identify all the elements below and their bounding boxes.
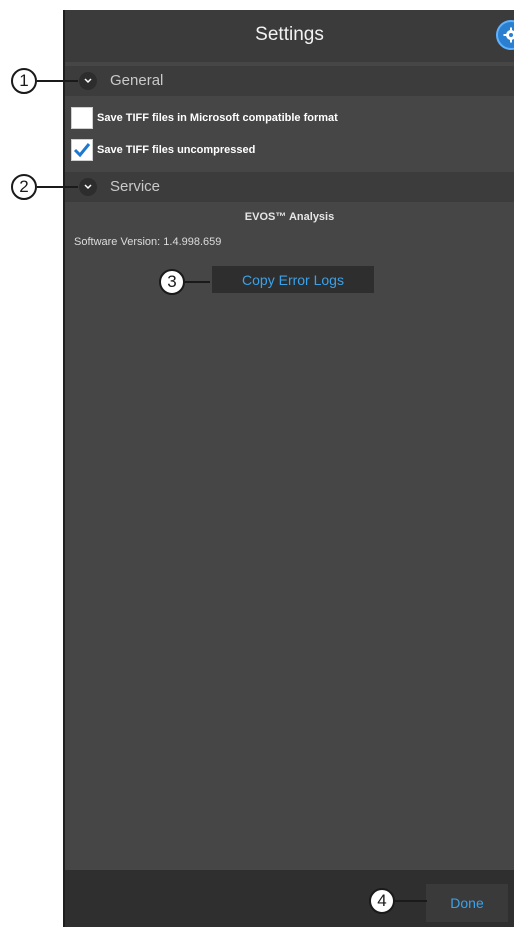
copy-error-logs-button[interactable]: Copy Error Logs bbox=[212, 266, 374, 293]
product-name: EVOS™ Analysis bbox=[244, 211, 335, 223]
callout-1-line bbox=[37, 80, 78, 82]
callout-4-line bbox=[395, 900, 427, 902]
done-button[interactable]: Done bbox=[426, 884, 508, 922]
section-service-header[interactable]: Service bbox=[65, 172, 514, 202]
callout-3: 3 bbox=[159, 269, 185, 295]
page-title: Settings bbox=[255, 24, 324, 45]
section-general-header[interactable]: General bbox=[65, 66, 514, 96]
option-ms-compatible[interactable]: Save TIFF files in Microsoft compatible … bbox=[71, 106, 338, 130]
section-general-label: General bbox=[110, 72, 164, 89]
checkbox-uncompressed[interactable] bbox=[71, 139, 93, 161]
section-service-label: Service bbox=[110, 178, 161, 195]
checkmark-icon bbox=[73, 143, 91, 158]
callout-2: 2 bbox=[11, 174, 37, 200]
callout-2-line bbox=[37, 186, 78, 188]
version-label: Software Version: bbox=[74, 236, 161, 248]
checkbox-ms-compatible[interactable] bbox=[71, 107, 93, 129]
chevron-down-icon[interactable] bbox=[79, 72, 97, 90]
option-ms-compatible-label: Save TIFF files in Microsoft compatible … bbox=[97, 112, 338, 124]
option-uncompressed[interactable]: Save TIFF files uncompressed bbox=[71, 138, 255, 162]
callout-1: 1 bbox=[11, 68, 37, 94]
option-uncompressed-label: Save TIFF files uncompressed bbox=[97, 144, 256, 156]
chevron-down-icon[interactable] bbox=[79, 178, 97, 196]
header: Settings bbox=[65, 10, 514, 62]
version-value: 1.4.998.659 bbox=[163, 236, 222, 248]
settings-panel: Settings General Save TIFF files in Micr… bbox=[63, 10, 514, 927]
callout-3-line bbox=[185, 281, 210, 283]
footer-bar: Done bbox=[65, 870, 514, 927]
callout-4: 4 bbox=[369, 888, 395, 914]
software-version: Software Version: 1.4.998.659 bbox=[74, 236, 221, 248]
